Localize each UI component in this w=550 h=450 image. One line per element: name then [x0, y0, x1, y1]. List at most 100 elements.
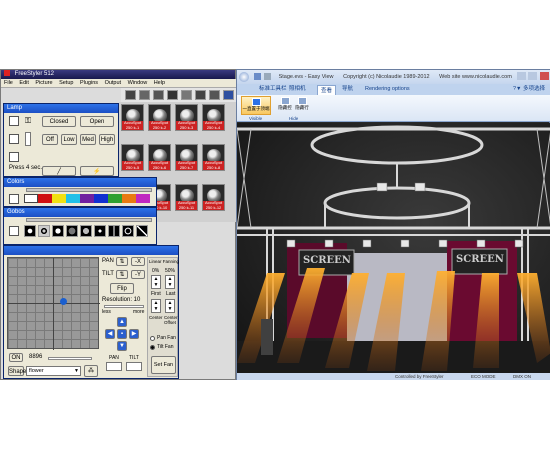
multi-select-menu[interactable]: ?▼ 多项选择: [513, 84, 545, 95]
pantilt-position-dot[interactable]: [60, 298, 67, 305]
fixture-tile[interactable]: AccuSpot 250 k-12: [202, 184, 225, 211]
color-swatch-white[interactable]: [24, 194, 38, 203]
arrow-up-button[interactable]: ▲: [117, 317, 127, 327]
flip-button[interactable]: Flip: [110, 283, 134, 294]
gobo-5-icon[interactable]: [80, 225, 92, 237]
toolbar-button-6[interactable]: [195, 90, 206, 100]
menu-output[interactable]: Output: [105, 80, 122, 86]
gobo-8-icon[interactable]: [122, 225, 134, 237]
reset-checkbox[interactable]: [9, 152, 19, 162]
pan-fan-radio[interactable]: [150, 336, 155, 341]
color-swatch-magenta[interactable]: [136, 194, 150, 203]
arrow-down-button[interactable]: ▼: [117, 341, 127, 351]
color-swatch-cyan[interactable]: [66, 194, 80, 203]
gobo-4-icon[interactable]: [66, 225, 78, 237]
toolbar-button-1[interactable]: [125, 90, 136, 100]
fixture-tile[interactable]: AccuSpot 250 k-5: [121, 144, 144, 171]
color-swatch-green[interactable]: [108, 194, 122, 203]
closed-button[interactable]: Closed: [42, 116, 76, 127]
resolution-slider[interactable]: [104, 305, 144, 308]
pan-lock-button[interactable]: ⇅: [116, 257, 128, 266]
toolbar-button-7[interactable]: [209, 90, 220, 100]
shape-run-button[interactable]: ⁂: [84, 365, 98, 377]
minus-y-button[interactable]: -Y: [131, 270, 145, 279]
color-swatch-purple[interactable]: [80, 194, 94, 203]
tab-view[interactable]: 查看: [317, 85, 337, 95]
arrow-right-button[interactable]: ▶: [129, 329, 139, 339]
gobo-3-icon[interactable]: [52, 225, 64, 237]
gobo-1-icon[interactable]: [24, 225, 36, 237]
set-fan-button[interactable]: Set Fan: [151, 356, 176, 374]
arrow-left-button[interactable]: ◀: [105, 329, 115, 339]
low-button[interactable]: Low: [61, 134, 77, 145]
gobo-wheel-slider[interactable]: [26, 218, 152, 222]
fixture-tile[interactable]: AccuSpot 250 k-11: [175, 184, 198, 211]
tilt-fan-radio[interactable]: [150, 345, 155, 350]
color-swatch-red[interactable]: [38, 194, 52, 203]
qat-undo-icon[interactable]: [264, 73, 272, 81]
high-button[interactable]: High: [99, 134, 115, 145]
fixture-tile[interactable]: AccuSpot 250 k-3: [175, 104, 198, 131]
gobo-7-icon[interactable]: [108, 225, 120, 237]
menu-edit[interactable]: Edit: [19, 80, 28, 86]
toolbar-button-8[interactable]: [223, 90, 234, 100]
menu-file[interactable]: File: [4, 80, 13, 86]
tab-rendering-options[interactable]: Rendering options: [365, 84, 410, 95]
color-swatch-blue[interactable]: [94, 194, 108, 203]
tilt-lock-button[interactable]: ⇅: [116, 270, 128, 279]
center-offset-stepper[interactable]: ▲ ▼: [165, 299, 175, 313]
color-wheel-slider[interactable]: [26, 188, 152, 192]
fixture-tile[interactable]: AccuSpot 250 k-6: [148, 144, 171, 171]
gobo-6-icon[interactable]: [94, 225, 106, 237]
menu-help[interactable]: Help: [154, 80, 165, 86]
lamp-on-button[interactable]: ╱: [42, 166, 76, 176]
toolbar-button-3[interactable]: [153, 90, 164, 100]
menu-plugins[interactable]: Plugins: [80, 80, 98, 86]
color-swatch-orange[interactable]: [122, 194, 136, 203]
shutter-checkbox[interactable]: [9, 116, 19, 126]
shape-button[interactable]: Shape: [8, 366, 26, 376]
open-button[interactable]: Open: [80, 116, 114, 127]
gobo-9-icon[interactable]: [136, 225, 148, 237]
tab-camera[interactable]: 照相机: [289, 84, 306, 95]
arrow-center-button[interactable]: ▪: [117, 329, 127, 339]
tilt-fine-field[interactable]: [126, 362, 142, 371]
med-button[interactable]: Med: [80, 134, 96, 145]
color-swatch-yellow[interactable]: [52, 194, 66, 203]
gobo-checkbox[interactable]: [9, 226, 19, 236]
on-button[interactable]: ON: [9, 353, 23, 362]
pan-fine-field[interactable]: [106, 362, 122, 371]
dimmer-checkbox[interactable]: [9, 134, 19, 144]
menu-setup[interactable]: Setup: [59, 80, 73, 86]
toolbar-button-5[interactable]: [181, 90, 192, 100]
fixture-tile[interactable]: AccuSpot 250 k-4: [202, 104, 225, 131]
center-stepper[interactable]: ▲ ▼: [151, 299, 161, 313]
stage-viewport[interactable]: SCREEN SCREEN: [237, 123, 550, 373]
fixture-tile[interactable]: AccuSpot 250 k-1: [121, 104, 144, 131]
always-on-top-button[interactable]: 一直置于顶端: [241, 96, 271, 115]
fixture-tile[interactable]: AccuSpot 250 k-7: [175, 144, 198, 171]
minimize-button[interactable]: [516, 72, 526, 80]
tab-standard-toolbar[interactable]: 标准工具栏: [259, 84, 287, 95]
lamp-off-button[interactable]: ⚡: [80, 166, 114, 176]
app-orb-icon[interactable]: [239, 71, 249, 82]
last-stepper[interactable]: ▲ ▼: [165, 275, 175, 289]
minus-x-button[interactable]: -X: [131, 257, 145, 266]
pantilt-grid[interactable]: [7, 257, 100, 350]
dimmer-slider-icon[interactable]: [25, 132, 31, 146]
first-stepper[interactable]: ▲ ▼: [151, 275, 161, 289]
close-button[interactable]: [540, 72, 549, 80]
toolbar-button-4[interactable]: [167, 90, 178, 100]
value-slider[interactable]: [48, 357, 92, 360]
hide-controls-button[interactable]: 隐藏控: [277, 96, 293, 115]
menu-window[interactable]: Window: [128, 80, 148, 86]
fixture-tile[interactable]: AccuSpot 250 k-8: [202, 144, 225, 171]
maximize-button[interactable]: [528, 72, 538, 80]
shape-select[interactable]: flower ▼: [26, 366, 81, 376]
gobo-2-icon[interactable]: [38, 225, 50, 237]
hide-rows-button[interactable]: 隐藏行: [294, 96, 310, 115]
qat-save-icon[interactable]: [253, 73, 261, 81]
off-button[interactable]: Off: [42, 134, 58, 145]
menu-picture[interactable]: Picture: [35, 80, 52, 86]
color-checkbox[interactable]: [9, 194, 19, 204]
